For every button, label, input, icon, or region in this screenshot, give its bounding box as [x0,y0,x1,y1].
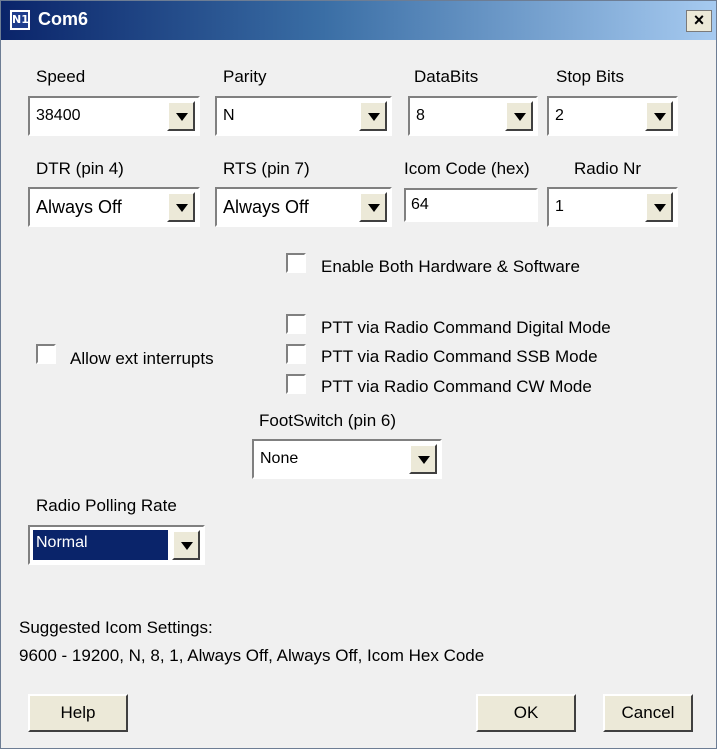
speed-value: 38400 [36,107,81,124]
chevron-down-icon[interactable] [645,192,673,222]
chevron-down-icon[interactable] [359,192,387,222]
databits-label: DataBits [414,67,479,86]
stopbits-value: 2 [555,107,564,124]
chevron-down-icon[interactable] [645,101,673,131]
dtr-select[interactable]: Always Off [28,187,200,227]
title-bar[interactable]: N1 Com6 × [1,1,716,40]
allow-ext-interrupts-label: Allow ext interrupts [70,349,214,368]
polling-rate-label: Radio Polling Rate [36,496,177,515]
chevron-down-icon[interactable] [359,101,387,131]
stopbits-select[interactable]: 2 [547,96,678,136]
databits-value: 8 [416,107,425,124]
parity-label: Parity [223,67,267,86]
help-button[interactable]: Help [28,694,128,732]
polling-rate-select[interactable]: Normal [28,525,205,565]
rts-label: RTS (pin 7) [223,159,310,178]
ptt-cw-checkbox[interactable] [286,374,306,394]
dtr-label: DTR (pin 4) [36,159,124,178]
ptt-digital-checkbox[interactable] [286,314,306,334]
icom-code-label: Icom Code (hex) [404,159,530,178]
ptt-digital-label: PTT via Radio Command Digital Mode [321,318,611,337]
chevron-down-icon[interactable] [409,444,437,474]
cancel-button[interactable]: Cancel [603,694,693,732]
polling-rate-value: Normal [33,530,168,560]
icom-code-field[interactable]: 64 [404,188,538,222]
radio-nr-select[interactable]: 1 [547,187,678,227]
footswitch-value: None [260,450,299,467]
radio-nr-label: Radio Nr [574,159,642,178]
allow-ext-interrupts-checkbox[interactable] [36,344,56,364]
chevron-down-icon[interactable] [505,101,533,131]
icom-code-value: 64 [411,196,429,213]
suggested-settings-heading: Suggested Icom Settings: [19,618,213,637]
dtr-value: Always Off [36,197,122,217]
chevron-down-icon[interactable] [172,530,200,560]
parity-select[interactable]: N [215,96,392,136]
window-title: Com6 [38,9,89,29]
speed-label: Speed [36,67,86,86]
parity-value: N [223,107,235,124]
rts-select[interactable]: Always Off [215,187,392,227]
databits-select[interactable]: 8 [408,96,538,136]
radio-nr-value: 1 [555,198,564,215]
rts-value: Always Off [223,197,309,217]
stopbits-label: Stop Bits [556,67,625,86]
chevron-down-icon[interactable] [167,101,195,131]
enable-both-label: Enable Both Hardware & Software [321,257,580,276]
footswitch-label: FootSwitch (pin 6) [259,411,396,430]
ptt-ssb-label: PTT via Radio Command SSB Mode [321,347,598,366]
com-settings-dialog: N1 Com6 × Speed Parity DataBits Stop Bit… [0,0,717,749]
suggested-settings-text: 9600 - 19200, N, 8, 1, Always Off, Alway… [19,646,485,665]
chevron-down-icon[interactable] [167,192,195,222]
speed-select[interactable]: 38400 [28,96,200,136]
ok-button[interactable]: OK [476,694,576,732]
ptt-cw-label: PTT via Radio Command CW Mode [321,377,592,396]
enable-both-checkbox[interactable] [286,253,306,273]
footswitch-select[interactable]: None [252,439,442,479]
close-button[interactable]: × [686,10,712,32]
ptt-ssb-checkbox[interactable] [286,344,306,364]
n1mm-logo-icon: N1 [9,9,31,31]
